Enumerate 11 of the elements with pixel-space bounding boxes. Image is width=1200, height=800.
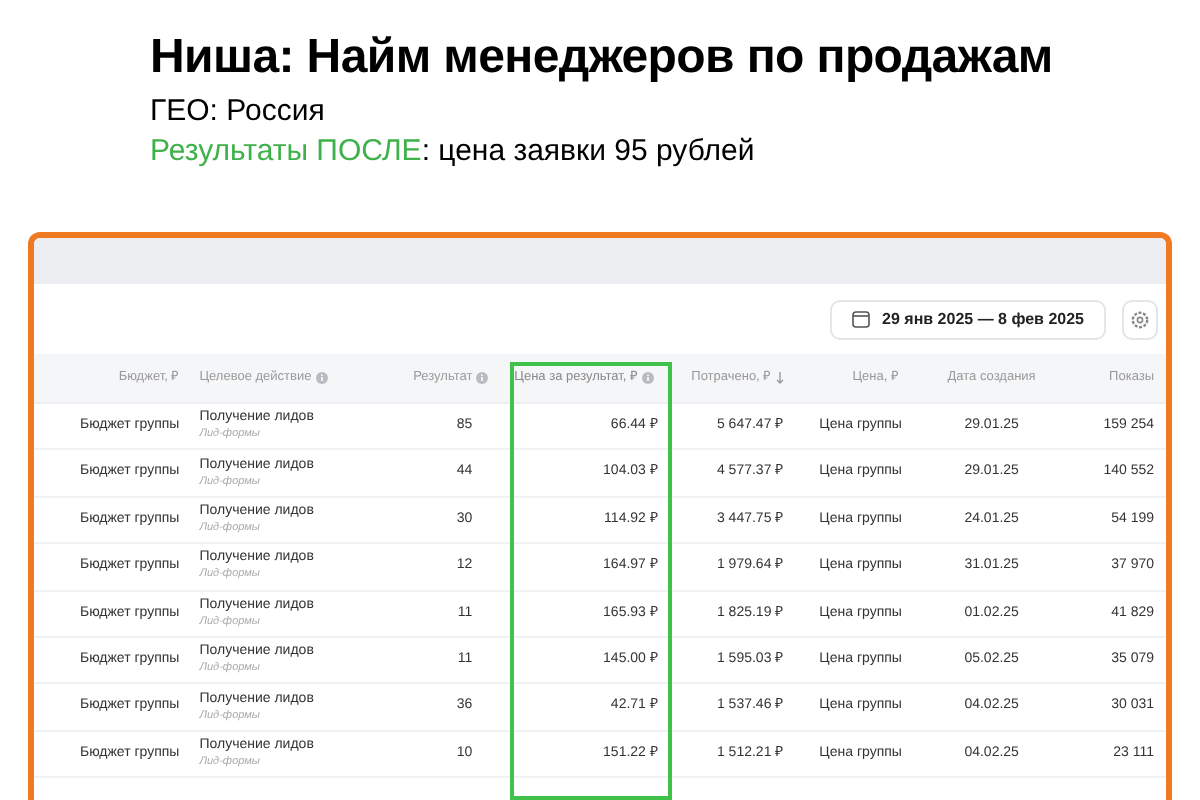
page-title: Ниша: Найм менеджеров по продажам [150,28,1055,88]
settings-button[interactable] [1122,299,1158,339]
info-icon [315,372,328,384]
calendar-icon [852,310,871,328]
result-line: Результаты ПОСЛЕ: цена заявки 95 рублей [150,132,757,172]
geo-line: ГЕО: Россия [150,92,327,132]
sort-arrow-icon [775,372,784,384]
info-icon [476,372,489,384]
info-icon [642,372,655,384]
settings-icon [1130,309,1150,329]
date-range-button[interactable]: 29 янв 2025 — 8 фев 2025 [830,299,1106,339]
